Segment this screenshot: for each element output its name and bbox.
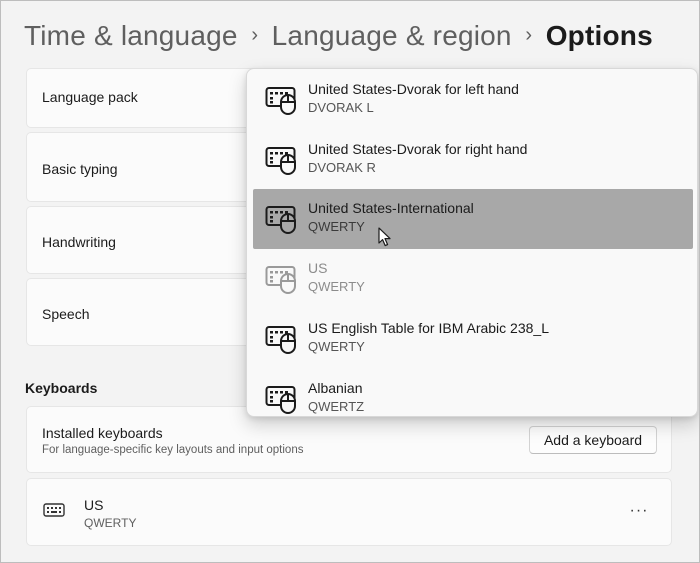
keyboard-layout: QWERTY xyxy=(84,516,137,530)
dropdown-item-layout: DVORAK L xyxy=(308,100,374,115)
chevron-right-icon: › xyxy=(525,23,533,46)
dropdown-item-disabled: US QWERTY xyxy=(253,249,693,309)
add-keyboard-button[interactable]: Add a keyboard xyxy=(529,426,657,454)
keyboard-icon xyxy=(43,503,65,519)
breadcrumb-time-language[interactable]: Time & language xyxy=(24,20,238,52)
dropdown-item[interactable]: United States-Dvorak for left hand DVORA… xyxy=(253,70,693,130)
speech-label: Speech xyxy=(42,306,90,322)
keyboard-row-us: US QWERTY ··· xyxy=(26,478,672,546)
keyboard-mouse-icon xyxy=(265,384,299,414)
language-pack-label: Language pack xyxy=(42,89,138,105)
installed-keyboards-subtitle: For language-specific key layouts and in… xyxy=(42,444,304,456)
page-title: Options xyxy=(545,20,653,51)
dropdown-item-name: US xyxy=(308,260,328,276)
more-options-button[interactable]: ··· xyxy=(629,501,649,521)
keyboard-name: US xyxy=(84,497,104,513)
dropdown-item-name: Albanian xyxy=(308,380,363,396)
dropdown-item-layout: QWERTY xyxy=(308,219,365,234)
dropdown-item-layout: QWERTY xyxy=(308,339,365,354)
dropdown-item-layout: QWERTZ xyxy=(308,399,365,414)
handwriting-label: Handwriting xyxy=(42,234,116,250)
dropdown-item-layout: QWERTY xyxy=(308,279,365,294)
keyboard-mouse-icon xyxy=(265,264,299,294)
keyboard-mouse-icon xyxy=(265,145,299,175)
keyboard-mouse-icon xyxy=(265,324,299,354)
dropdown-item-name: US English Table for IBM Arabic 238_L xyxy=(308,320,549,336)
dropdown-item-name: United States-Dvorak for left hand xyxy=(308,81,519,97)
dropdown-item-name: United States-Dvorak for right hand xyxy=(308,141,528,157)
keyboard-dropdown-list[interactable]: United States-Dvorak for left hand DVORA… xyxy=(246,68,698,417)
dropdown-item[interactable]: US English Table for IBM Arabic 238_L QW… xyxy=(253,309,693,369)
chevron-right-icon: › xyxy=(251,23,258,46)
basic-typing-label: Basic typing xyxy=(42,161,118,177)
installed-keyboards-title: Installed keyboards xyxy=(42,425,163,441)
keyboard-mouse-icon xyxy=(265,204,299,234)
dropdown-item-layout: DVORAK R xyxy=(308,160,376,175)
keyboard-mouse-icon xyxy=(265,85,299,115)
dropdown-item-name: United States-International xyxy=(308,200,474,216)
keyboards-section-title: Keyboards xyxy=(25,380,98,396)
dropdown-item-selected[interactable]: United States-International QWERTY xyxy=(253,189,693,249)
dropdown-item[interactable]: United States-Dvorak for right hand DVOR… xyxy=(253,130,693,190)
breadcrumb: Time & language › Language & region › Op… xyxy=(24,14,653,58)
mouse-pointer-icon xyxy=(378,227,391,247)
dropdown-item[interactable]: Albanian QWERTZ xyxy=(253,369,693,416)
breadcrumb-language-region[interactable]: Language & region xyxy=(272,20,512,52)
